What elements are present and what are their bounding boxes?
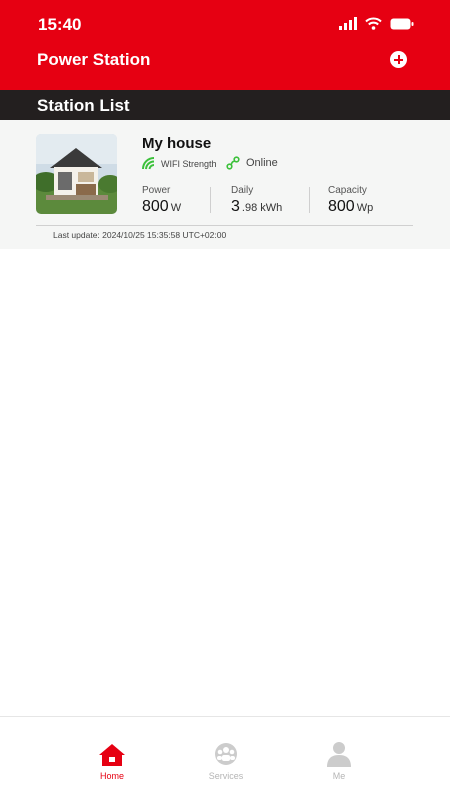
power-value: 800: [142, 198, 169, 215]
link-icon: [226, 156, 240, 170]
section-title: Station List: [37, 96, 130, 115]
wifi-strength-icon: [142, 157, 155, 170]
daily-label: Daily: [231, 185, 254, 196]
capacity-metric: Capacity 800 Wp: [328, 185, 373, 216]
status-time: 15:40: [38, 15, 82, 34]
metric-divider: [210, 187, 211, 213]
wifi-status-icon: [365, 17, 382, 30]
add-station-button[interactable]: [390, 51, 407, 68]
tab-home-label: Home: [99, 771, 124, 781]
online-status-label: Online: [246, 157, 278, 169]
power-label: Power: [142, 185, 171, 196]
station-image: [36, 134, 117, 214]
daily-metric: Daily 3.98 kWh: [231, 185, 282, 216]
page-title: Power Station: [37, 50, 151, 69]
wifi-strength: WIFI Strength: [142, 157, 217, 170]
capacity-unit: Wp: [356, 202, 374, 214]
wifi-strength-label: WIFI Strength: [161, 158, 217, 169]
battery-icon: [390, 18, 414, 29]
section-header: Station List: [0, 90, 450, 120]
cellular-signal-icon: [339, 17, 357, 30]
card-separator: [36, 225, 413, 226]
station-name: My house: [142, 135, 212, 152]
power-metric: Power 800 W: [142, 185, 181, 216]
tab-me-label: Me: [332, 771, 346, 781]
daily-value: 3: [231, 198, 240, 215]
home-icon: [99, 744, 125, 766]
tab-home[interactable]: Home: [82, 739, 142, 781]
station-card[interactable]: My house WIFI Strength Online Power 800 W…: [0, 120, 450, 249]
daily-unit: .98 kWh: [241, 202, 283, 214]
capacity-label: Capacity: [328, 185, 367, 196]
bottom-navigation: Home Services Me: [0, 716, 450, 800]
tab-services[interactable]: Services: [196, 739, 256, 781]
status-icons: [339, 17, 414, 30]
last-update-text: Last update: 2024/10/25 15:35:58 UTC+02:…: [53, 230, 227, 240]
power-unit: W: [170, 202, 182, 214]
capacity-value: 800: [328, 198, 355, 215]
online-status: Online: [226, 156, 278, 170]
tab-services-label: Services: [208, 771, 244, 781]
services-icon: [215, 743, 237, 765]
app-header: 15:40 Power Station: [0, 0, 450, 90]
tab-me[interactable]: Me: [309, 739, 369, 781]
metric-divider: [309, 187, 310, 213]
user-icon: [327, 742, 351, 767]
